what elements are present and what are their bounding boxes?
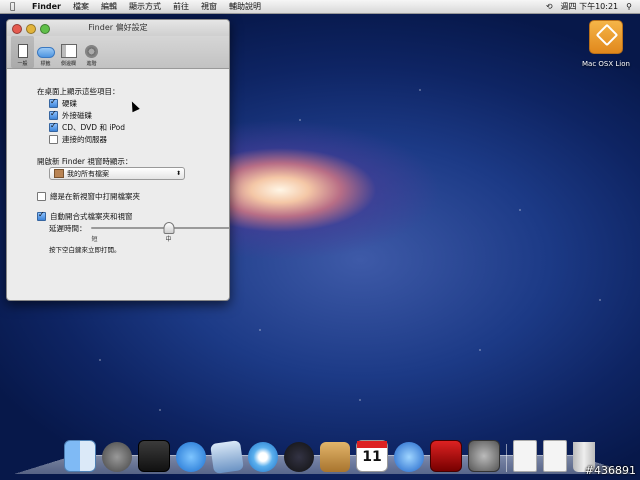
menu-go[interactable]: 前往	[173, 1, 189, 12]
checkbox-external-disks[interactable]: 外接磁碟	[49, 109, 229, 121]
spotlight-search-icon[interactable]: ⚲	[626, 2, 632, 11]
menu-edit[interactable]: 編輯	[101, 1, 117, 12]
preferences-toolbar: 一般 標籤 側邊欄 進階	[7, 36, 229, 69]
open-in-new-window-label: 總是在新視窗中打開檔案夾	[50, 191, 140, 201]
watermark: #436891	[584, 464, 636, 477]
hard-disks-label: 硬碟	[62, 98, 77, 108]
delay-slider[interactable]	[90, 222, 229, 234]
hint-text: 按下空白鍵來立即打開。	[49, 246, 121, 254]
tab-tags[interactable]: 標籤	[34, 36, 57, 68]
tab-general[interactable]: 一般	[11, 36, 34, 68]
app-store-dock-icon[interactable]	[176, 442, 206, 472]
menu-window[interactable]: 視窗	[201, 1, 217, 12]
sidebar-icon	[60, 44, 77, 58]
popup-arrows-icon: ⬍	[175, 170, 181, 177]
window-titlebar[interactable]: Finder 偏好設定	[7, 20, 229, 36]
menu-finder[interactable]: Finder	[32, 2, 61, 11]
document-dock-icon[interactable]	[513, 440, 537, 472]
close-button[interactable]	[12, 24, 22, 34]
finder-preferences-window: Finder 偏好設定 一般 標籤 側邊欄 進階 在桌面上顯示這些項目： 硬碟	[6, 19, 230, 301]
new-window-popup[interactable]: 我的所有檔案 ⬍	[49, 167, 185, 180]
external-disks-label: 外接磁碟	[62, 110, 92, 120]
cds-dvds-ipods-label: CD、DVD 和 iPod	[62, 122, 126, 132]
menu-view[interactable]: 顯示方式	[129, 1, 161, 12]
checkbox-spring-loaded[interactable]: 自動開合式檔案夾和視窗	[37, 210, 229, 222]
advanced-gear-icon	[85, 45, 98, 58]
tick-medium: 中	[165, 236, 172, 243]
document-dock-icon-2[interactable]	[543, 440, 567, 472]
external-disks-checkbox[interactable]	[49, 109, 58, 120]
photo-booth-dock-icon[interactable]	[430, 440, 462, 472]
menu-clock[interactable]: 週四 下午10:21	[561, 1, 619, 12]
delay-label: 延遲時間：	[49, 224, 87, 233]
dock-separator	[506, 444, 507, 472]
general-icon	[17, 44, 28, 58]
contacts-dock-icon[interactable]	[320, 442, 350, 472]
folder-icon	[54, 169, 64, 178]
checkbox-connected-servers[interactable]: 連接的伺服器	[49, 133, 229, 145]
drive-label: Mac OSX Lion	[582, 60, 630, 68]
finder-dock-icon[interactable]	[64, 440, 96, 472]
new-window-heading: 開啟新 Finder 視窗時顯示：	[37, 156, 133, 166]
preferences-content: 在桌面上顯示這些項目： 硬碟 外接磁碟 CD、DVD 和 iPod 連接的伺服器…	[7, 69, 229, 254]
apple-menu-icon[interactable]: 	[10, 2, 22, 12]
itunes-dock-icon[interactable]	[394, 442, 424, 472]
tab-sidebar-label: 側邊欄	[60, 61, 76, 67]
tab-tags-label: 標籤	[40, 61, 51, 67]
system-preferences-dock-icon[interactable]	[468, 440, 500, 472]
menu-help[interactable]: 輔助說明	[229, 1, 261, 12]
spring-loaded-label: 自動開合式檔案夾和視窗	[50, 211, 133, 221]
spring-loaded-checkbox[interactable]	[37, 210, 46, 221]
tags-icon	[36, 47, 55, 58]
cds-dvds-ipods-checkbox[interactable]	[49, 121, 58, 132]
desktop-drive[interactable]: Mac OSX Lion	[578, 20, 634, 68]
dock: 11	[58, 434, 602, 474]
open-in-new-window-checkbox[interactable]	[37, 191, 46, 201]
zoom-button[interactable]	[40, 24, 50, 34]
slider-track	[90, 227, 229, 229]
ical-dock-icon[interactable]: 11	[356, 440, 388, 472]
menu-file[interactable]: 檔案	[73, 1, 89, 12]
safari-dock-icon[interactable]	[248, 442, 278, 472]
facetime-dock-icon[interactable]	[284, 442, 314, 472]
dashboard-dock-icon[interactable]	[138, 440, 170, 472]
checkbox-cds-dvds-ipods[interactable]: CD、DVD 和 iPod	[49, 121, 229, 133]
tick-short: 短	[91, 236, 98, 243]
checkbox-open-in-new-window[interactable]: 總是在新視窗中打開檔案夾	[37, 190, 229, 202]
tab-advanced-label: 進階	[86, 61, 97, 67]
slider-ticks: 短 中 長	[91, 234, 230, 243]
tab-sidebar[interactable]: 側邊欄	[57, 36, 80, 68]
connected-servers-label: 連接的伺服器	[62, 134, 107, 144]
time-machine-icon[interactable]: ⟲	[546, 2, 553, 11]
external-drive-icon	[589, 20, 623, 54]
connected-servers-checkbox[interactable]	[49, 134, 58, 144]
menu-bar:  Finder 檔案 編輯 顯示方式 前往 視窗 輔助說明 ⟲ 週四 下午10…	[0, 0, 640, 14]
mail-dock-icon[interactable]	[210, 440, 244, 474]
hard-disks-checkbox[interactable]	[49, 97, 58, 108]
launchpad-dock-icon[interactable]	[102, 442, 132, 472]
minimize-button[interactable]	[26, 24, 36, 34]
desktop-heading: 在桌面上顯示這些項目：	[37, 86, 120, 96]
new-window-value: 我的所有檔案	[67, 169, 109, 178]
tab-general-label: 一般	[17, 61, 28, 67]
slider-thumb[interactable]	[163, 222, 174, 234]
tab-advanced[interactable]: 進階	[80, 36, 103, 68]
ical-day: 11	[362, 449, 382, 465]
